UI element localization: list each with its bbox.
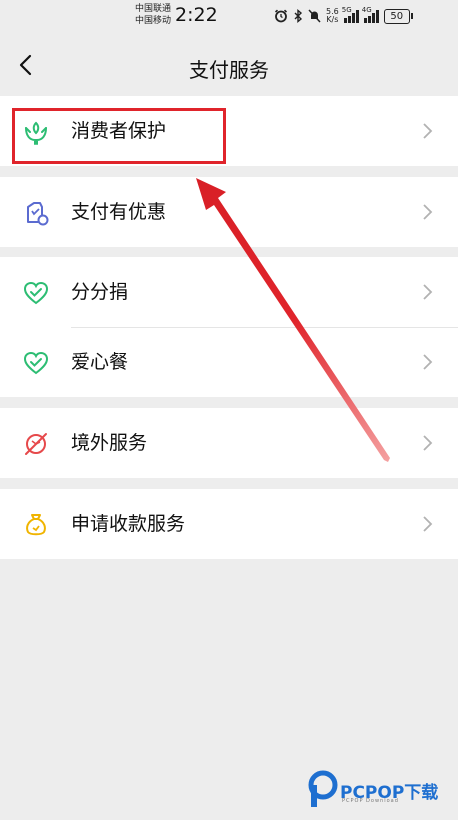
status-bar: 中国联通 中国移动 2:22 5.6 K/s 5G 4G 50 (0, 0, 458, 34)
watermark: PCPOP下载 PCPOP Download (306, 770, 456, 810)
chevron-right-icon (423, 354, 433, 370)
carrier-labels: 中国联通 中国移动 (135, 3, 171, 27)
group-receive-payment: 申请收款服务 (0, 489, 458, 559)
status-icons: 5.6 K/s 5G 4G 50 (274, 6, 413, 26)
nav-bar: 支付服务 (0, 34, 458, 96)
signal-5g-icon: 5G (341, 6, 359, 23)
page-title: 支付服务 (189, 58, 269, 82)
annotation-highlight-box (12, 108, 226, 164)
heart-check-icon (23, 351, 49, 375)
item-label: 爱心餐 (71, 351, 129, 373)
speed-unit: K/s (326, 15, 339, 24)
pcpop-logo-icon (308, 770, 338, 807)
list-item-overseas-service[interactable]: 境外服务 (0, 408, 458, 478)
money-bag-icon (26, 514, 46, 536)
coupon-bag-icon (27, 202, 49, 226)
chevron-right-icon (423, 284, 433, 300)
signal-4g-icon: 4G (361, 6, 379, 23)
heart-check-icon (23, 281, 49, 305)
chevron-right-icon (423, 516, 433, 532)
item-label: 申请收款服务 (71, 513, 186, 535)
list-item-apply-receive-payment[interactable]: 申请收款服务 (0, 489, 458, 559)
group-payment-discounts: 支付有优惠 (0, 177, 458, 247)
alarm-icon (274, 9, 288, 23)
item-label: 支付有优惠 (71, 201, 167, 223)
list-item-payment-discounts[interactable]: 支付有优惠 (0, 177, 458, 247)
item-label: 分分捐 (71, 281, 129, 303)
carrier-1: 中国联通 (135, 4, 172, 14)
battery-icon: 50 (383, 8, 413, 24)
list-item-aixincan[interactable]: 爱心餐 (0, 327, 458, 397)
network-1-label: 5G (341, 6, 352, 14)
mute-icon (308, 9, 321, 23)
list-item-fenfenjuan[interactable]: 分分捐 (0, 257, 458, 327)
bluetooth-icon (294, 9, 303, 23)
carrier-2: 中国移动 (135, 16, 172, 26)
group-charity: 分分捐 爱心餐 (0, 257, 458, 397)
group-overseas: 境外服务 (0, 408, 458, 478)
status-time: 2:22 (175, 4, 218, 26)
chevron-right-icon (423, 435, 433, 451)
network-speed: 5.6 K/s (326, 8, 339, 24)
watermark-subtext: PCPOP Download (342, 798, 399, 804)
chevron-right-icon (423, 123, 433, 139)
item-label: 境外服务 (71, 432, 148, 454)
globe-plane-icon (25, 433, 47, 455)
network-2-label: 4G (361, 6, 372, 14)
chevron-right-icon (423, 204, 433, 220)
